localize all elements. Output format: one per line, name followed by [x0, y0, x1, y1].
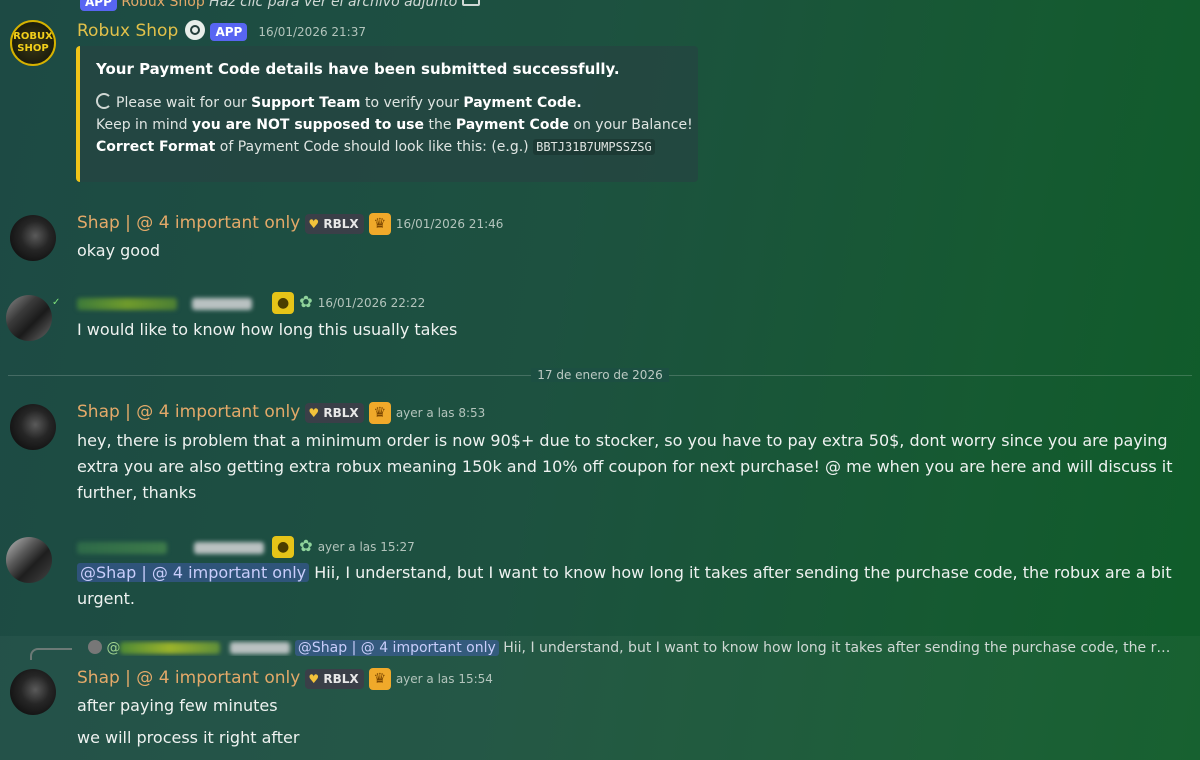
code-sample: BBTJ31B7UMPSSZSG — [533, 139, 655, 155]
author-name[interactable]: Shap | @ 4 important only — [77, 668, 300, 688]
bot-header: Robux Shop APP 16/01/2026 21:37 — [77, 20, 366, 41]
embed-line-1: Please wait for our Support Team to veri… — [96, 92, 682, 114]
person-badge-icon[interactable]: ● — [272, 536, 295, 558]
crown-icon[interactable]: ♛ — [368, 402, 391, 424]
timestamp[interactable]: ayer a las 15:54 — [396, 672, 493, 686]
user-avatar[interactable] — [6, 295, 52, 341]
embed-line-3: Correct Format of Payment Code should lo… — [96, 136, 682, 158]
timestamp[interactable]: ayer a las 8:53 — [396, 406, 485, 420]
message-text: @Shap | @ 4 important only Hii, I unders… — [77, 563, 1172, 608]
image-icon[interactable] — [461, 0, 480, 6]
message-text: okay good — [77, 241, 161, 260]
message-header: Shap | @ 4 important only ♥ RBLX ♛ ayer … — [77, 402, 485, 424]
timestamp[interactable]: ayer a las 15:27 — [318, 540, 415, 554]
shap-avatar[interactable] — [10, 404, 56, 450]
message-text: after paying few minutes — [77, 696, 278, 715]
heart-icon: ♥ — [308, 217, 320, 231]
reply-username[interactable]: @ — [106, 640, 291, 656]
redacted-username[interactable] — [77, 539, 267, 555]
shap-avatar[interactable] — [10, 669, 56, 715]
message-text: I would like to know how long this usual… — [77, 320, 458, 339]
status-icon: ✓ — [52, 297, 61, 308]
guild-tag[interactable]: ♥ RBLX — [305, 669, 364, 689]
author-name[interactable]: Robux Shop — [77, 21, 178, 41]
clover-icon[interactable]: ✿ — [299, 536, 312, 555]
avatar-text: ROBUX SHOP — [13, 31, 53, 54]
message-header: ● ✿ ayer a las 15:27 — [77, 536, 415, 558]
loading-icon — [96, 93, 112, 109]
timestamp[interactable]: 16/01/2026 21:46 — [396, 217, 504, 231]
guild-tag[interactable]: ♥ RBLX — [305, 403, 364, 423]
reply-connector — [30, 648, 72, 660]
reply-avatar — [88, 640, 102, 654]
reply-text: Hii, I understand, but I want to know ho… — [503, 640, 1171, 656]
guild-tag[interactable]: ♥ RBLX — [305, 214, 364, 234]
embed-line-2: Keep in mind you are NOT supposed to use… — [96, 117, 693, 133]
timestamp[interactable]: 16/01/2026 22:22 — [318, 296, 426, 310]
mention[interactable]: @Shap | @ 4 important only — [77, 563, 310, 582]
crown-icon[interactable]: ♛ — [368, 213, 391, 235]
author-name[interactable]: Shap | @ 4 important only — [77, 213, 300, 233]
mention[interactable]: @Shap | @ 4 important only — [294, 640, 499, 656]
crown-icon[interactable]: ♛ — [368, 668, 391, 690]
verified-icon — [185, 20, 206, 40]
date-divider: 17 de enero de 2026 — [0, 368, 1200, 382]
embed-title: Your Payment Code details have been subm… — [96, 60, 620, 78]
shap-avatar[interactable] — [10, 215, 56, 261]
message-text: we will process it right after — [77, 728, 300, 747]
message-header: Shap | @ 4 important only ♥ RBLX ♛ 16/01… — [77, 213, 503, 235]
message-header: ● ✿ 16/01/2026 22:22 — [77, 292, 425, 314]
reply-preview[interactable]: @ @Shap | @ 4 important only Hii, I unde… — [88, 640, 1193, 656]
app-badge: APP — [80, 0, 117, 11]
app-badge: APP — [210, 23, 248, 41]
user-avatar[interactable] — [6, 537, 52, 583]
author-name[interactable]: Robux Shop — [121, 0, 204, 10]
message-header: Shap | @ 4 important only ♥ RBLX ♛ ayer … — [77, 668, 493, 690]
heart-icon: ♥ — [308, 672, 320, 686]
message-text: hey, there is problem that a minimum ord… — [77, 431, 1173, 502]
heart-icon: ♥ — [308, 406, 320, 420]
cutoff-message: APP Robux Shop Haz clic para ver el arch… — [80, 0, 480, 11]
robux-shop-avatar[interactable]: ROBUX SHOP — [10, 20, 56, 66]
attachment-link[interactable]: Haz clic para ver el archivo adjunto — [209, 0, 457, 10]
person-badge-icon[interactable]: ● — [272, 292, 295, 314]
author-name[interactable]: Shap | @ 4 important only — [77, 402, 300, 422]
embed: Your Payment Code details have been subm… — [76, 46, 698, 182]
redacted-username[interactable] — [77, 295, 267, 311]
clover-icon[interactable]: ✿ — [299, 292, 312, 311]
timestamp[interactable]: 16/01/2026 21:37 — [258, 25, 366, 39]
